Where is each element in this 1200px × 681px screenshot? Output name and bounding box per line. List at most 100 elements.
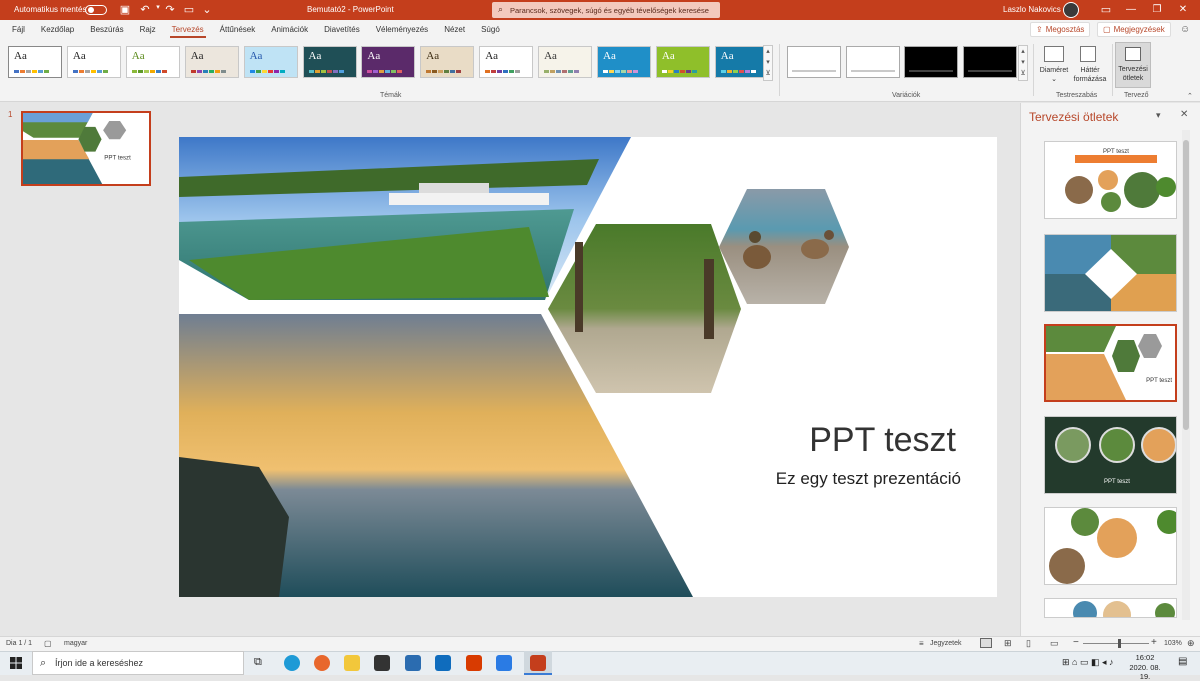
spelling-icon[interactable]: ▢ <box>44 639 52 648</box>
zoom-level[interactable]: 103% <box>1164 640 1182 647</box>
reading-view-icon[interactable]: ▯ <box>1026 638 1031 649</box>
thumb-title: PPT teszt <box>104 154 131 161</box>
notifications-icon[interactable]: ▤ <box>1178 656 1187 667</box>
notes-button[interactable]: Jegyzetek <box>930 640 962 647</box>
theme-8[interactable]: Aa <box>479 46 534 78</box>
design-ideas-button[interactable]: Tervezési ötletek <box>1115 42 1151 88</box>
theme-3[interactable]: Aa <box>184 46 239 78</box>
tab-8[interactable]: Véleményezés <box>368 20 436 40</box>
tab-6[interactable]: Animációk <box>263 20 316 40</box>
slide-canvas[interactable]: PPT teszt Ez egy teszt prezentáció <box>179 137 997 597</box>
design-idea-6[interactable] <box>1044 598 1177 618</box>
slideshow-icon[interactable]: ▭ <box>1050 638 1059 649</box>
powerpoint-taskbar-button[interactable] <box>524 651 552 675</box>
theme-5[interactable]: Aa <box>302 46 357 78</box>
office-icon[interactable] <box>466 655 482 671</box>
design-idea-2[interactable] <box>1044 234 1177 312</box>
notes-icon[interactable]: ≡ <box>919 639 924 648</box>
variant-2[interactable] <box>904 46 958 78</box>
present-from-start-icon[interactable]: ▭ <box>181 3 197 16</box>
slide-title[interactable]: PPT teszt <box>179 421 956 460</box>
tab-7[interactable]: Diavetítés <box>316 20 368 40</box>
taskbar-search-input[interactable]: ⌕ Írjon ide a kereséshez <box>32 651 244 675</box>
format-background-icon[interactable] <box>1080 46 1096 62</box>
variant-0[interactable] <box>787 46 841 78</box>
edge-icon[interactable] <box>284 655 300 671</box>
design-idea-1[interactable]: PPT teszt <box>1044 141 1177 219</box>
ribbon-display-options-icon[interactable]: ▭ <box>1098 3 1114 16</box>
theme-2-label: Aa <box>131 50 145 62</box>
slide-sorter-icon[interactable]: ⊞ <box>1004 638 1012 649</box>
tab-2[interactable]: Beszúrás <box>82 20 131 40</box>
save-icon[interactable]: ▣ <box>117 3 133 16</box>
language[interactable]: magyar <box>64 640 87 647</box>
design-idea-5[interactable] <box>1044 507 1177 585</box>
theme-11[interactable]: Aa <box>655 46 710 78</box>
pane-close-button[interactable]: ✕ <box>1180 109 1188 120</box>
outlook-icon[interactable] <box>435 655 451 671</box>
pane-scrollbar[interactable] <box>1182 130 1190 620</box>
taskbar-app-icon[interactable] <box>405 655 421 671</box>
start-button[interactable] <box>10 657 22 669</box>
clock-time[interactable]: 16:02 <box>1124 653 1166 662</box>
theme-9[interactable]: Aa <box>538 46 593 78</box>
slide-size-icon[interactable] <box>1044 46 1064 62</box>
themes-group-label: Témák <box>380 92 402 99</box>
variant-3[interactable] <box>962 46 1017 78</box>
comments-button[interactable]: ▢ Megjegyzések <box>1097 22 1171 37</box>
theme-1[interactable]: Aa <box>66 46 121 78</box>
redo-icon[interactable]: ↷ <box>162 3 178 16</box>
pane-scroll-thumb[interactable] <box>1183 140 1189 430</box>
search-input[interactable]: ⌕ Parancsok, szövegek, súgó és egyéb tév… <box>492 2 720 18</box>
zoom-out-button[interactable]: − <box>1073 637 1079 648</box>
close-button[interactable]: ✕ <box>1170 4 1196 15</box>
zoom-slider[interactable] <box>1083 639 1149 648</box>
variant-1[interactable] <box>845 46 900 78</box>
normal-view-icon[interactable] <box>980 638 992 648</box>
tab-5[interactable]: Áttűnések <box>212 20 264 40</box>
store-icon[interactable] <box>374 655 390 671</box>
theme-12[interactable]: Aa <box>714 46 769 78</box>
tab-0[interactable]: Fájl <box>4 20 33 40</box>
theme-6[interactable]: Aa <box>361 46 416 78</box>
clock-date[interactable]: 2020. 08. 19. <box>1124 663 1166 681</box>
design-idea-3[interactable]: PPT teszt <box>1044 324 1177 402</box>
customize-group-label: Testreszabás <box>1056 92 1098 99</box>
tab-3[interactable]: Rajz <box>132 20 164 40</box>
picture-ducks-hexagon[interactable] <box>719 189 849 304</box>
ribbon-separator <box>1033 44 1034 96</box>
file-explorer-icon[interactable] <box>344 655 360 671</box>
tab-9[interactable]: Nézet <box>436 20 473 40</box>
share-button[interactable]: ⇪ Megosztás <box>1030 22 1091 37</box>
autosave-toggle[interactable] <box>85 5 107 15</box>
tab-1[interactable]: Kezdőlap <box>33 20 82 40</box>
zoom-in-button[interactable]: + <box>1151 637 1157 648</box>
variants-scroll[interactable]: ▴ ▾ ⊻ <box>1018 45 1028 81</box>
slide-size-button[interactable]: Diaméret ⌄ <box>1036 66 1072 84</box>
system-tray-icons[interactable]: ⊞ ⌂ ▭ ◧ ◂ ♪ <box>1062 657 1114 668</box>
customize-qat-icon[interactable]: ⌄ <box>199 3 215 16</box>
theme-7[interactable]: Aa <box>420 46 475 78</box>
avatar[interactable] <box>1063 2 1079 18</box>
slide-thumbnail[interactable]: PPT teszt <box>21 111 151 186</box>
format-background-button[interactable]: Háttér formázása <box>1070 66 1110 84</box>
task-view-icon[interactable]: ⧉ <box>254 656 262 669</box>
zoom-slider-thumb[interactable] <box>1118 639 1122 648</box>
theme-10[interactable]: Aa <box>597 46 651 78</box>
pane-options-dropdown[interactable]: ▾ <box>1156 110 1161 121</box>
slide-subtitle[interactable]: Ez egy teszt prezentáció <box>179 469 961 489</box>
restore-button[interactable]: ❐ <box>1144 4 1170 15</box>
tab-4[interactable]: Tervezés <box>164 20 212 40</box>
collapse-ribbon-icon[interactable]: ⌃ <box>1187 92 1193 100</box>
design-idea-4[interactable]: PPT teszt <box>1044 416 1177 494</box>
tab-10[interactable]: Súgó <box>473 20 508 40</box>
theme-4[interactable]: Aa <box>243 46 298 78</box>
feedback-smiley-icon[interactable]: ☺ <box>1180 24 1190 35</box>
themes-scroll[interactable]: ▴ ▾ ⊻ <box>763 45 773 81</box>
minimize-button[interactable]: — <box>1118 4 1144 15</box>
firefox-icon[interactable] <box>314 655 330 671</box>
todo-icon[interactable] <box>496 655 512 671</box>
fit-slide-icon[interactable]: ⊕ <box>1187 638 1195 649</box>
theme-0[interactable]: Aa <box>8 46 62 78</box>
theme-2[interactable]: Aa <box>125 46 180 78</box>
